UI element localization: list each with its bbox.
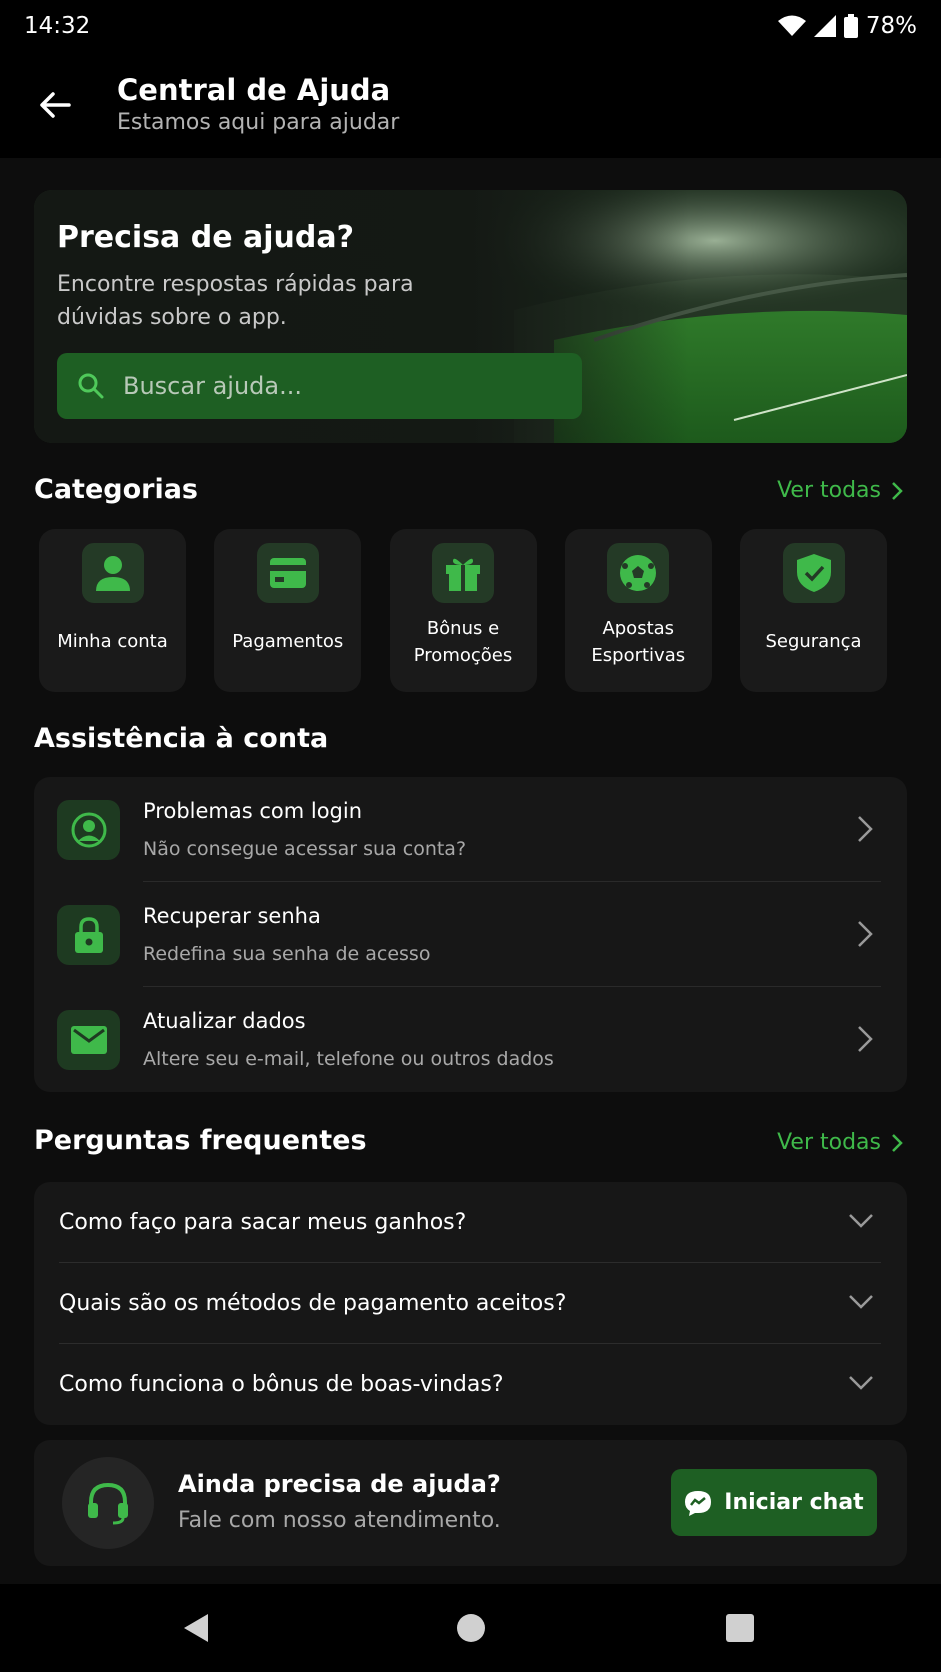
- soccer-ball-icon: [620, 555, 657, 591]
- categories-see-all-link[interactable]: Ver todas: [777, 478, 903, 503]
- faq-item[interactable]: Quais são os métodos de pagamento aceito…: [34, 1263, 907, 1344]
- item-subtitle: Altere seu e-mail, telefone ou outros da…: [143, 1047, 554, 1070]
- category-label: Apostas Esportivas: [591, 617, 686, 666]
- circle-home-icon: [457, 1614, 485, 1642]
- category-label: Pagamentos: [232, 631, 344, 652]
- person-icon: [95, 556, 130, 591]
- item-title: Recuperar senha: [143, 903, 321, 928]
- nav-recents-button[interactable]: [718, 1606, 762, 1650]
- chevron-right-icon: [858, 921, 873, 947]
- category-pagamentos[interactable]: Pagamentos: [214, 529, 362, 692]
- gift-icon: [446, 558, 480, 591]
- headset-icon: [88, 1482, 128, 1525]
- account-section-title: Assistência à conta: [34, 723, 329, 754]
- battery-percent: 78%: [865, 13, 917, 39]
- item-subtitle: Não consegue acessar sua conta?: [143, 837, 467, 860]
- chevron-right-icon: [892, 1133, 903, 1152]
- faq-section-title: Perguntas frequentes: [34, 1125, 367, 1156]
- system-nav-bar: [0, 1584, 941, 1672]
- categories-title: Categorias: [34, 474, 198, 505]
- category-seguranca[interactable]: Segurança: [740, 529, 887, 692]
- chevron-right-icon: [858, 1026, 873, 1052]
- support-card: Ainda precisa de ajuda? Fale com nosso a…: [34, 1440, 907, 1566]
- nav-back-button[interactable]: [174, 1606, 218, 1650]
- status-time: 14:32: [24, 13, 91, 39]
- hero-title: Precisa de ajuda?: [57, 220, 355, 255]
- start-chat-button[interactable]: Iniciar chat: [671, 1469, 877, 1536]
- battery-icon: [843, 14, 858, 38]
- chevron-right-icon: [858, 816, 873, 842]
- hero-banner: Precisa de ajuda? Encontre respostas ráp…: [34, 190, 907, 443]
- search-placeholder: Buscar ajuda...: [123, 372, 302, 400]
- category-label: Minha conta: [57, 631, 168, 652]
- faq-see-all-link[interactable]: Ver todas: [777, 1130, 903, 1155]
- nav-home-button[interactable]: [449, 1606, 493, 1650]
- arrow-left-icon: [40, 92, 71, 118]
- category-apostas[interactable]: Apostas Esportivas: [564, 529, 712, 692]
- faq-list: Como faço para sacar meus ganhos? Quais …: [34, 1182, 907, 1425]
- start-chat-label: Iniciar chat: [724, 1490, 864, 1515]
- faq-item[interactable]: Como funciona o bônus de boas-vindas?: [34, 1344, 907, 1425]
- chevron-down-icon: [849, 1214, 873, 1228]
- faq-question: Como faço para sacar meus ganhos?: [59, 1210, 467, 1235]
- account-circle-icon: [71, 812, 106, 847]
- square-recents-icon: [726, 1614, 754, 1642]
- faq-item[interactable]: Como faço para sacar meus ganhos?: [34, 1182, 907, 1263]
- categories-list: Minha conta Pagamentos Bônus e Promoções…: [39, 529, 887, 692]
- category-label: Bônus e Promoções: [413, 617, 513, 666]
- wifi-icon: [777, 15, 806, 36]
- back-button[interactable]: [25, 75, 85, 135]
- item-subtitle: Redefina sua senha de acesso: [143, 942, 431, 965]
- item-title: Problemas com login: [143, 798, 363, 823]
- item-title: Atualizar dados: [143, 1008, 306, 1033]
- chevron-down-icon: [849, 1295, 873, 1309]
- chat-bubble-icon: [685, 1490, 712, 1516]
- chevron-right-icon: [892, 481, 903, 500]
- see-all-label: Ver todas: [777, 1130, 881, 1155]
- account-item-login[interactable]: Problemas com login Não consegue acessar…: [34, 777, 907, 882]
- account-list: Problemas com login Não consegue acessar…: [34, 777, 907, 1092]
- account-item-update-data[interactable]: Atualizar dados Altere seu e-mail, telef…: [34, 987, 907, 1092]
- support-title: Ainda precisa de ajuda?: [178, 1470, 501, 1498]
- signal-icon: [813, 15, 836, 37]
- support-avatar: [62, 1457, 154, 1549]
- app-bar: Central de Ajuda Estamos aqui para ajuda…: [0, 52, 941, 158]
- page-title: Central de Ajuda: [117, 73, 391, 107]
- page-subtitle: Estamos aqui para ajudar: [117, 110, 400, 135]
- status-bar: 14:32 78%: [0, 0, 941, 52]
- card-icon: [269, 558, 306, 588]
- category-minha-conta[interactable]: Minha conta: [39, 529, 186, 692]
- see-all-label: Ver todas: [777, 478, 881, 503]
- chevron-down-icon: [849, 1376, 873, 1390]
- support-subtitle: Fale com nosso atendimento.: [178, 1508, 501, 1533]
- lock-icon: [74, 916, 103, 953]
- category-label: Segurança: [765, 631, 862, 652]
- faq-question: Quais são os métodos de pagamento aceito…: [59, 1291, 567, 1316]
- account-item-password[interactable]: Recuperar senha Redefina sua senha de ac…: [34, 882, 907, 987]
- faq-question: Como funciona o bônus de boas-vindas?: [59, 1372, 504, 1397]
- category-bonus[interactable]: Bônus e Promoções: [389, 529, 537, 692]
- mail-icon: [70, 1025, 107, 1054]
- shield-check-icon: [796, 554, 831, 592]
- triangle-back-icon: [184, 1614, 208, 1642]
- search-input[interactable]: Buscar ajuda...: [57, 353, 582, 419]
- search-icon: [78, 373, 104, 399]
- hero-text: Encontre respostas rápidas para dúvidas …: [57, 272, 414, 330]
- status-icons: 78%: [777, 13, 917, 39]
